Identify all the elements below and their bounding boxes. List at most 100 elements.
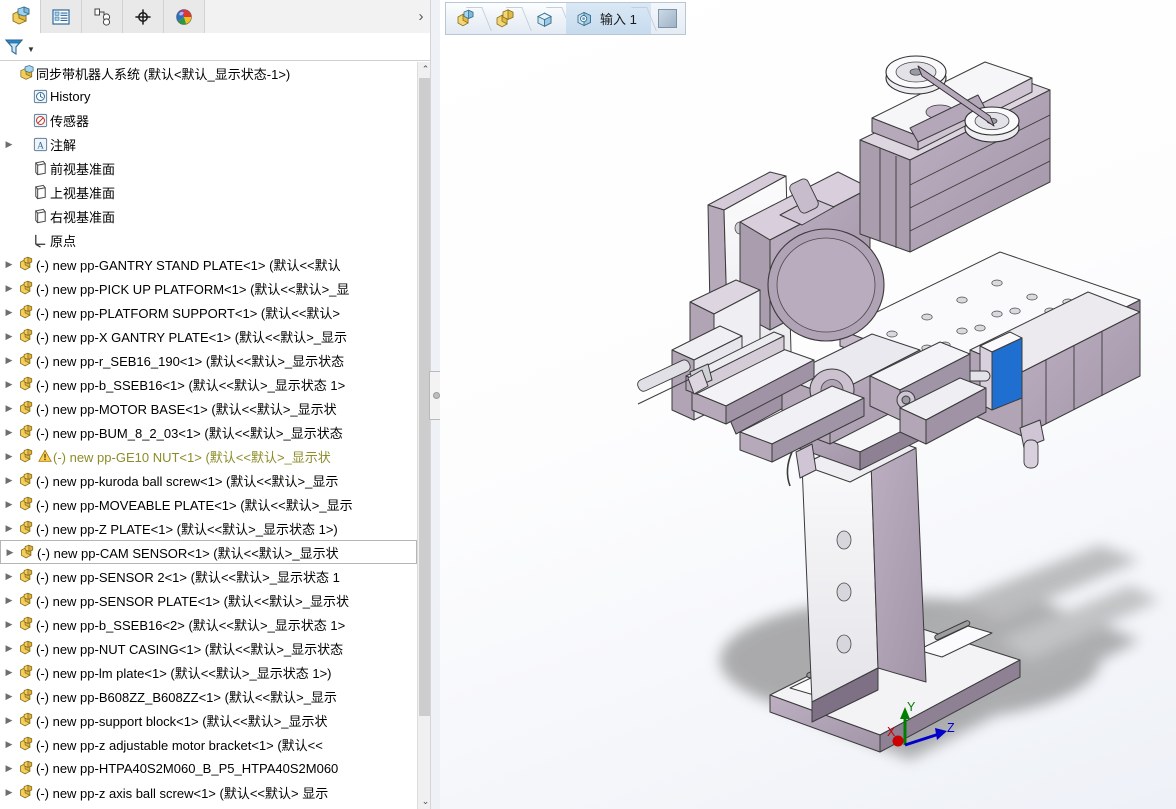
tree-item[interactable]: ▶ (-) new pp-r_SEB16_190<1> (默认<<默认>_显示状态 [0,348,417,372]
component-icon [16,472,36,489]
tree-item[interactable]: ▶ (-) new pp-X GANTRY PLATE<1> (默认<<默认>_显… [0,324,417,348]
tree-item[interactable]: ▶ (-) new pp-BUM_8_2_03<1> (默认<<默认>_显示状态 [0,420,417,444]
tree-filter-bar[interactable]: ▼ [0,33,431,61]
expand-arrow-icon[interactable]: ▶ [2,715,16,726]
tab-display-manager[interactable] [164,0,205,33]
sensor-icon [30,112,50,129]
warning-icon [36,449,53,463]
tree-item[interactable]: 原点 [0,228,417,252]
component-icon [16,376,36,393]
tree-item-label: (-) new pp-GANTRY STAND PLATE<1> (默认<<默认 [36,257,341,273]
tree-item[interactable]: ▶ (-) new pp-GANTRY STAND PLATE<1> (默认<<默… [0,252,417,276]
tree-root-label: 同步带机器人系统 (默认<默认_显示状态-1>) [36,66,291,82]
tree-item-label: (-) new pp-BUM_8_2_03<1> (默认<<默认>_显示状态 [36,425,343,441]
tree-item[interactable]: ▶ (-) new pp-PICK UP PLATFORM<1> (默认<<默认>… [0,276,417,300]
tree-item[interactable]: ▶ (-) new pp-GE10 NUT<1> (默认<<默认>_显示状 [0,444,417,468]
component-icon [16,448,36,465]
tab-dimxpert-manager[interactable] [123,0,164,33]
tree-item-label: (-) new pp-b_SSEB16<1> (默认<<默认>_显示状态 1> [36,377,346,393]
expand-arrow-icon[interactable]: ▶ [2,523,16,534]
panel-expand-button[interactable]: › [410,0,432,33]
expand-arrow-icon[interactable]: ▶ [2,643,16,654]
tab-property-manager[interactable] [41,0,82,33]
expand-arrow-icon[interactable]: ▶ [2,739,16,750]
tree-item-label: (-) new pp-SENSOR PLATE<1> (默认<<默认>_显示状 [36,593,349,609]
tree-item-label: (-) new pp-MOVEABLE PLATE<1> (默认<<默认>_显示 [36,497,353,513]
expand-arrow-icon[interactable]: ▶ [2,667,16,678]
expand-arrow-icon[interactable]: ▶ [2,331,16,342]
feature-tree[interactable]: 同步带机器人系统 (默认<默认_显示状态-1>) History 传感器 ▶ A 注解前… [0,62,417,809]
tree-item[interactable]: ▶ (-) new pp-HTPA40S2M060_B_P5_HTPA40S2M0… [0,756,417,780]
tree-item[interactable]: ▶ (-) new pp-SENSOR 2<1> (默认<<默认>_显示状态 1 [0,564,417,588]
tree-item[interactable]: ▶ (-) new pp-Z PLATE<1> (默认<<默认>_显示状态 1>) [0,516,417,540]
graphics-viewport[interactable]: 输入 1 Y Z X [440,0,1176,809]
filter-dropdown-caret[interactable]: ▼ [27,45,35,54]
tree-item[interactable]: ▶ (-) new pp-lm plate<1> (默认<<默认>_显示状态 1>… [0,660,417,684]
tree-item[interactable]: ▶ (-) new pp-B608ZZ_B608ZZ<1> (默认<<默认>_显示 [0,684,417,708]
tree-item[interactable]: ▶ (-) new pp-MOTOR BASE<1> (默认<<默认>_显示状 [0,396,417,420]
component-icon [16,568,36,585]
expand-arrow-icon[interactable]: ▶ [2,619,16,630]
expand-arrow-icon[interactable]: ▶ [2,379,16,390]
cad-model-render[interactable]: Y Z X [440,0,1176,809]
component-icon [16,424,36,441]
tree-item[interactable]: ▶ (-) new pp-CAM SENSOR<1> (默认<<默认>_显示状 [0,540,417,564]
tree-item[interactable]: ▶ (-) new pp-NUT CASING<1> (默认<<默认>_显示状态 [0,636,417,660]
expand-arrow-icon[interactable]: ▶ [2,499,16,510]
tree-item-label: (-) new pp-kuroda ball screw<1> (默认<<默认>… [36,473,339,489]
tree-item[interactable]: 前视基准面 [0,156,417,180]
tree-item-label: (-) new pp-support block<1> (默认<<默认>_显示状 [36,713,328,729]
tab-strip-spacer [205,0,410,33]
solidworks-window: › ▼ 同步带机器人系统 (默认<默认_显示状态-1>) History 传感器… [0,0,1176,809]
tree-item[interactable]: ▶ (-) new pp-PLATFORM SUPPORT<1> (默认<<默认> [0,300,417,324]
tree-item-label: 前视基准面 [50,161,116,177]
tree-item[interactable]: ▶ (-) new pp-SENSOR PLATE<1> (默认<<默认>_显示状 [0,588,417,612]
component-icon [16,736,36,753]
origin-icon [30,232,50,249]
tree-item[interactable]: 传感器 [0,108,417,132]
expand-arrow-icon[interactable]: ▶ [2,691,16,702]
expand-arrow-icon[interactable]: ▶ [2,787,16,798]
expand-arrow-icon[interactable]: ▶ [2,139,16,150]
expand-arrow-icon[interactable]: ▶ [2,283,16,294]
x-gantry-motor[interactable] [859,61,1051,253]
tab-feature-manager[interactable] [0,0,41,33]
component-icon [16,640,36,657]
tree-item[interactable]: ▶ A 注解 [0,132,417,156]
left-manager-panel: › ▼ 同步带机器人系统 (默认<默认_显示状态-1>) History 传感器… [0,0,433,809]
tree-item[interactable]: 上视基准面 [0,180,417,204]
plane-icon [30,184,50,201]
tree-item[interactable]: ▶ (-) new pp-z adjustable motor bracket<1… [0,732,417,756]
expand-arrow-icon[interactable]: ▶ [2,571,16,582]
tree-item-label: (-) new pp-SENSOR 2<1> (默认<<默认>_显示状态 1 [36,569,340,585]
expand-arrow-icon[interactable]: ▶ [3,547,17,558]
triad-label-z: Z [947,721,955,735]
tree-item[interactable]: ▶ (-) new pp-z axis ball screw<1> (默认<<默认… [0,780,417,804]
tree-item-label: 右视基准面 [50,209,116,225]
expand-arrow-icon[interactable]: ▶ [2,763,16,774]
property-list-icon [52,8,70,25]
component-icon [16,400,36,417]
tree-item[interactable]: ▶ (-) new pp-b_SSEB16<1> (默认<<默认>_显示状态 1> [0,372,417,396]
component-icon [16,520,36,537]
tree-item[interactable]: ▶ (-) new pp-MOVEABLE PLATE<1> (默认<<默认>_显… [0,492,417,516]
filter-funnel-icon [4,38,24,55]
tree-item[interactable]: ▶ (-) new pp-b_SSEB16<2> (默认<<默认>_显示状态 1> [0,612,417,636]
expand-arrow-icon[interactable]: ▶ [2,307,16,318]
tab-configuration-manager[interactable] [82,0,123,33]
expand-arrow-icon[interactable]: ▶ [2,595,16,606]
component-icon [16,592,36,609]
expand-arrow-icon[interactable]: ▶ [2,355,16,366]
tree-item[interactable]: ▶ (-) new pp-kuroda ball screw<1> (默认<<默认… [0,468,417,492]
expand-arrow-icon[interactable]: ▶ [2,403,16,414]
dimxpert-target-icon [135,8,151,25]
expand-arrow-icon[interactable]: ▶ [2,475,16,486]
tree-item[interactable]: ▶ (-) new pp-support block<1> (默认<<默认>_显示… [0,708,417,732]
component-icon [16,688,36,705]
expand-arrow-icon[interactable]: ▶ [2,451,16,462]
tree-item[interactable]: History [0,84,417,108]
tree-root-row[interactable]: 同步带机器人系统 (默认<默认_显示状态-1>) [0,62,417,84]
tree-item[interactable]: 右视基准面 [0,204,417,228]
expand-arrow-icon[interactable]: ▶ [2,259,16,270]
expand-arrow-icon[interactable]: ▶ [2,427,16,438]
